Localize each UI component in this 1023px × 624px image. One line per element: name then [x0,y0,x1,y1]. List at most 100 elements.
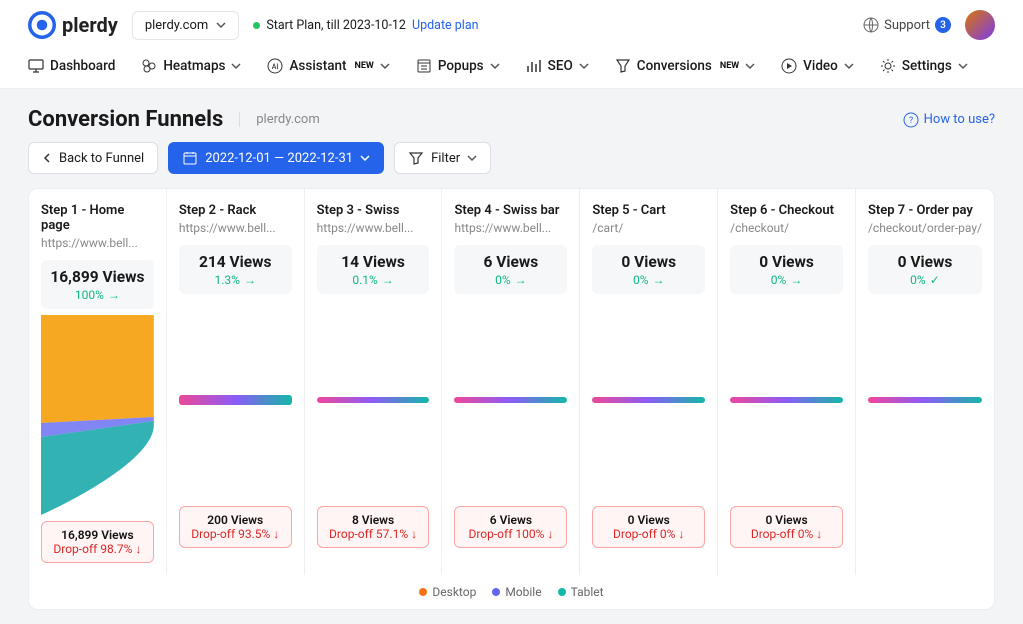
legend: Desktop Mobile Tablet [29,575,994,609]
chevron-down-icon [380,61,390,71]
funnel-visual [730,300,843,500]
dropoff-views: 8 Views [322,513,425,527]
nav-seo[interactable]: SEO [526,58,589,74]
howto-link[interactable]: ? How to use? [903,112,995,128]
views-pct: 0.1% → [352,273,393,287]
heatmap-icon [141,58,157,74]
views-box: 0 Views 0% → [730,245,843,294]
arrow-icon: → [790,273,802,287]
chart-icon [526,58,542,74]
step-title: Step 7 - Order pay [868,203,982,218]
dropoff-box: 0 Views Drop-off 0% ↓ [730,506,843,548]
funnel-step: Step 6 - Checkout /checkout/ 0 Views 0% … [718,189,856,575]
views-pct: 0% → [495,273,527,287]
nav-conversions[interactable]: ConversionsNEW [615,58,755,74]
calendar-icon [182,150,198,166]
step-title: Step 2 - Rack [179,203,292,218]
svg-text:AI: AI [272,63,279,71]
plerdy-logo-icon [28,11,56,39]
funnel-visual [868,300,982,500]
step-url: /checkout/ [730,221,843,235]
nav-popups[interactable]: Popups [416,58,500,74]
popup-icon [416,58,432,74]
arrow-icon: → [382,273,394,287]
funnel-step: Step 2 - Rack https://www.bell... 214 Vi… [167,189,305,575]
views-value: 0 Views [872,253,978,271]
dropoff-box: 0 Views Drop-off 0% ↓ [592,506,705,548]
monitor-icon [28,58,44,74]
chevron-down-icon [216,20,226,30]
dropoff-box: 16,899 Views Drop-off 98.7% ↓ [41,521,154,563]
controls-row: Back to Funnel 2022-12-01 — 2022-12-31 F… [0,142,1023,188]
legend-dot-desktop [419,588,427,596]
funnel-panel: Step 1 - Home page https://www.bell... 1… [28,188,995,610]
funnel-bar [317,397,430,403]
step-title: Step 3 - Swiss [317,203,430,218]
step-title: Step 1 - Home page [41,203,154,233]
arrow-icon: → [515,273,527,287]
plan-text: Start Plan, till 2023-10-12 [266,18,406,33]
arrow-icon: ✓ [930,273,940,287]
views-box: 6 Views 0% → [454,245,567,294]
step-url: https://www.bell... [41,236,154,250]
views-box: 0 Views 0% ✓ [868,245,982,294]
nav-heatmaps[interactable]: Heatmaps [141,58,241,74]
views-value: 0 Views [596,253,701,271]
svg-text:?: ? [908,116,912,126]
views-box: 14 Views 0.1% → [317,245,430,294]
support-link[interactable]: Support 3 [863,17,951,33]
update-plan-link[interactable]: Update plan [412,18,479,33]
dropoff-pct: Drop-off 0% ↓ [735,527,838,541]
topbar: plerdy plerdy.com Start Plan, till 2023-… [0,0,1023,50]
step-title: Step 5 - Cart [592,203,705,218]
nav-video[interactable]: Video [781,58,854,74]
chevron-down-icon [844,61,854,71]
step-title: Step 6 - Checkout [730,203,843,218]
views-value: 16,899 Views [45,268,150,286]
filter-button[interactable]: Filter [394,142,491,174]
dropoff-pct: Drop-off 98.7% ↓ [46,542,149,556]
gear-icon [880,58,896,74]
views-pct: 0% → [633,273,665,287]
support-label: Support [884,18,930,33]
funnel-step: Step 5 - Cart /cart/ 0 Views 0% → 0 View… [580,189,718,575]
back-button[interactable]: Back to Funnel [28,142,158,174]
nav-dashboard[interactable]: Dashboard [28,58,115,74]
dropoff-box: 200 Views Drop-off 93.5% ↓ [179,506,292,548]
dropoff-pct: Drop-off 93.5% ↓ [184,527,287,541]
funnel-visual [592,300,705,500]
views-value: 214 Views [183,253,288,271]
dropoff-views: 0 Views [735,513,838,527]
dropoff-pct: Drop-off 0% ↓ [597,527,700,541]
funnel-bar [730,397,843,403]
page-title: Conversion Funnels [28,107,223,132]
views-pct: 0% → [771,273,803,287]
avatar[interactable] [965,10,995,40]
views-pct: 0% ✓ [910,273,940,287]
funnel-icon [615,58,631,74]
dropoff-pct: Drop-off 57.1% ↓ [322,527,425,541]
views-box: 0 Views 0% → [592,245,705,294]
globe-icon [863,17,879,33]
chevron-down-icon [490,61,500,71]
site-selector[interactable]: plerdy.com [132,11,240,40]
logo[interactable]: plerdy [28,11,118,39]
funnel-step: Step 4 - Swiss bar https://www.bell... 6… [442,189,580,575]
status-dot [253,22,260,29]
play-icon [781,58,797,74]
funnel-shape [41,315,154,515]
funnel-step: Step 1 - Home page https://www.bell... 1… [29,189,167,575]
funnel-visual [41,315,154,515]
plan-info: Start Plan, till 2023-10-12 Update plan [253,18,478,33]
nav-settings[interactable]: Settings [880,58,968,74]
chevron-down-icon [231,61,241,71]
page-site: plerdy.com [239,112,320,127]
daterange-picker[interactable]: 2022-12-01 — 2022-12-31 [168,142,384,174]
funnel-bar [179,395,292,405]
step-url: https://www.bell... [454,221,567,235]
support-count-badge: 3 [935,17,951,33]
dropoff-box: 6 Views Drop-off 100% ↓ [454,506,567,548]
nav-assistant[interactable]: AIAssistantNEW [267,58,389,74]
chevron-down-icon [958,61,968,71]
navbar: Dashboard Heatmaps AIAssistantNEW Popups… [0,50,1023,89]
